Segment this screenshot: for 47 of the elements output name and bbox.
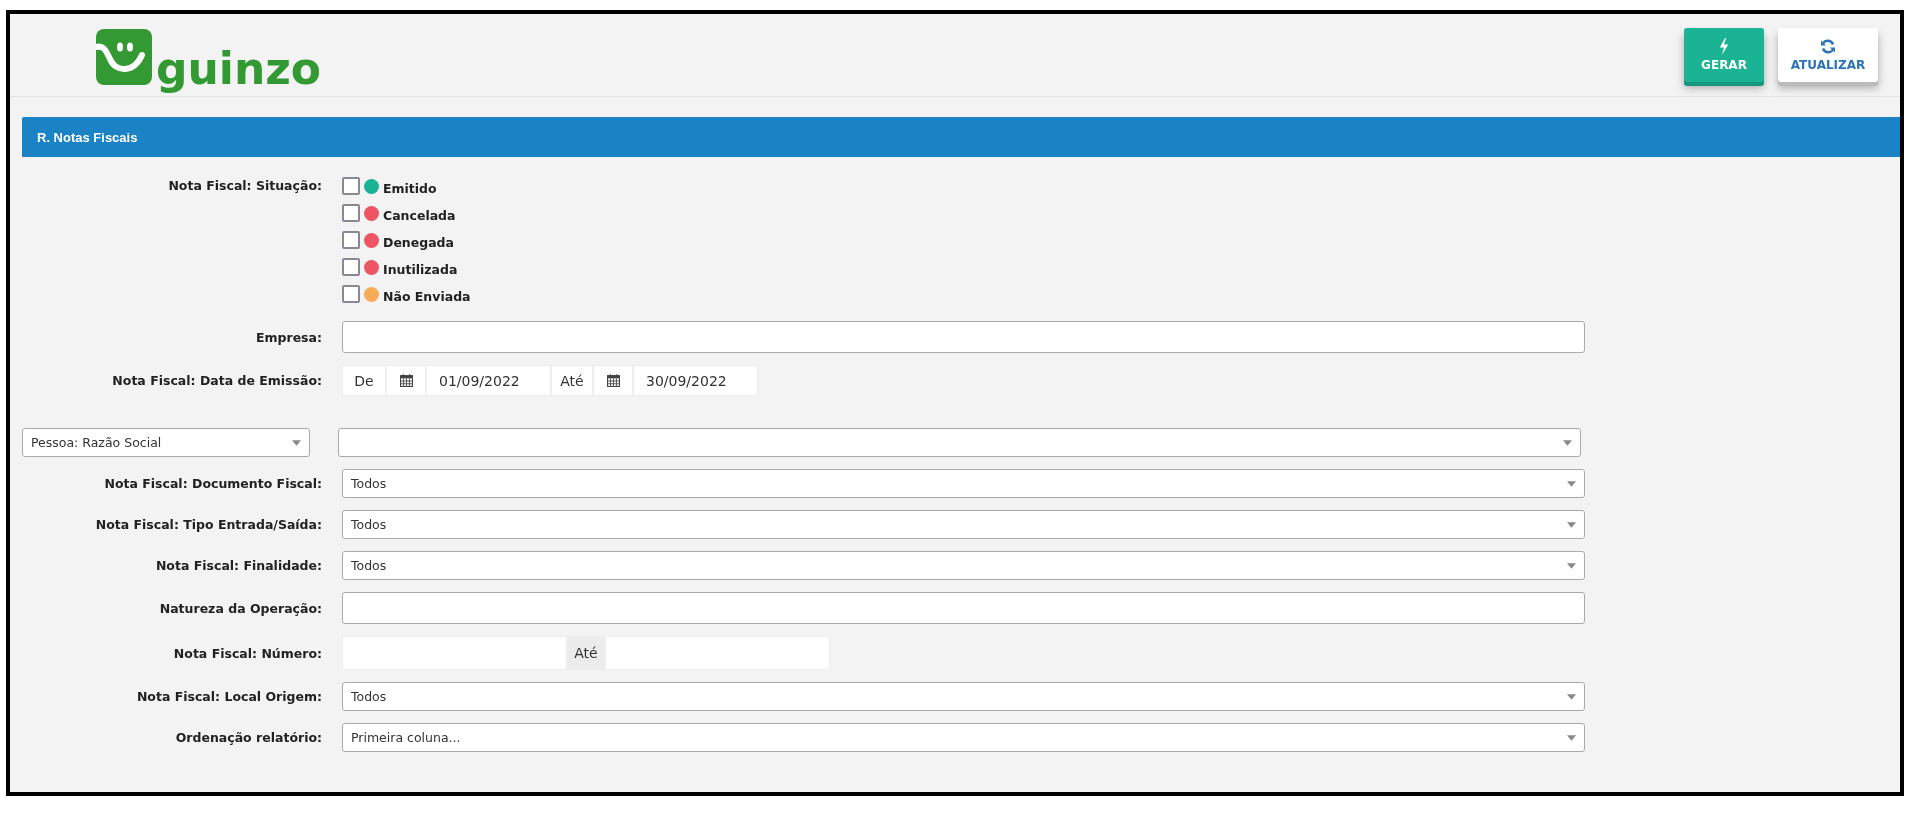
caret-icon [1563, 439, 1572, 446]
calendar-icon[interactable] [399, 374, 413, 387]
input-field[interactable] [342, 321, 1585, 353]
dropdown[interactable]: Todos [342, 682, 1585, 711]
checkbox-label: Inutilizada [383, 261, 458, 277]
field-label: Nota Fiscal: Local Origem: [135, 689, 322, 704]
field-label: Nota Fiscal: Data de Emissão: [111, 373, 322, 388]
field-label: Natureza da Operação: [158, 600, 322, 616]
checkbox-label: Cancelada [383, 207, 456, 223]
to-label: Até [567, 636, 605, 670]
checkbox[interactable] [342, 258, 360, 276]
field-label: Nota Fiscal: Finalidade: [154, 558, 322, 573]
field-label: Nota Fiscal: Tipo Entrada/Saída: [94, 517, 322, 532]
caret-icon [1567, 521, 1576, 528]
field-label: Nota Fiscal: Situação: [167, 177, 322, 193]
checkbox-label: Denegada [383, 234, 454, 250]
caret-icon [1567, 693, 1576, 700]
dropdown[interactable]: Todos [342, 510, 1585, 539]
checkbox[interactable] [342, 177, 360, 195]
caret-icon [1567, 562, 1576, 569]
dropdown[interactable]: Primeira coluna... [342, 723, 1585, 752]
field-label: Ordenação relatório: [174, 730, 322, 745]
dropdown[interactable] [338, 428, 1581, 457]
checkbox-label: Não Enviada [383, 288, 471, 304]
date-field[interactable]: 30/09/2022 [633, 365, 758, 396]
calendar-icon[interactable] [606, 374, 620, 387]
dropdown[interactable]: Todos [342, 469, 1585, 498]
input-field[interactable] [342, 592, 1585, 624]
checkbox-label: Emitido [383, 180, 437, 196]
field-label: Empresa: [254, 329, 322, 345]
dropdown[interactable]: Todos [342, 551, 1585, 580]
caret-icon [292, 439, 301, 446]
checkbox[interactable] [342, 204, 360, 222]
smiley-logo-icon [96, 29, 152, 85]
search-type-dropdown[interactable]: Pessoa: Razão Social [22, 428, 310, 457]
checkbox[interactable] [342, 285, 360, 303]
caret-icon [1567, 480, 1576, 487]
date-field[interactable]: 01/09/2022 [426, 365, 551, 396]
field-label: Nota Fiscal: Documento Fiscal: [103, 476, 322, 491]
logo-text: guinzo [156, 47, 322, 91]
refresh-icon [1820, 38, 1836, 55]
field-label: Nota Fiscal: Número: [172, 645, 322, 661]
checkbox[interactable] [342, 231, 360, 249]
caret-icon [1567, 734, 1576, 741]
to-label: Até [551, 365, 593, 396]
panel-header: R. Notas Fiscais [22, 117, 1900, 157]
from-label: De [342, 365, 386, 396]
